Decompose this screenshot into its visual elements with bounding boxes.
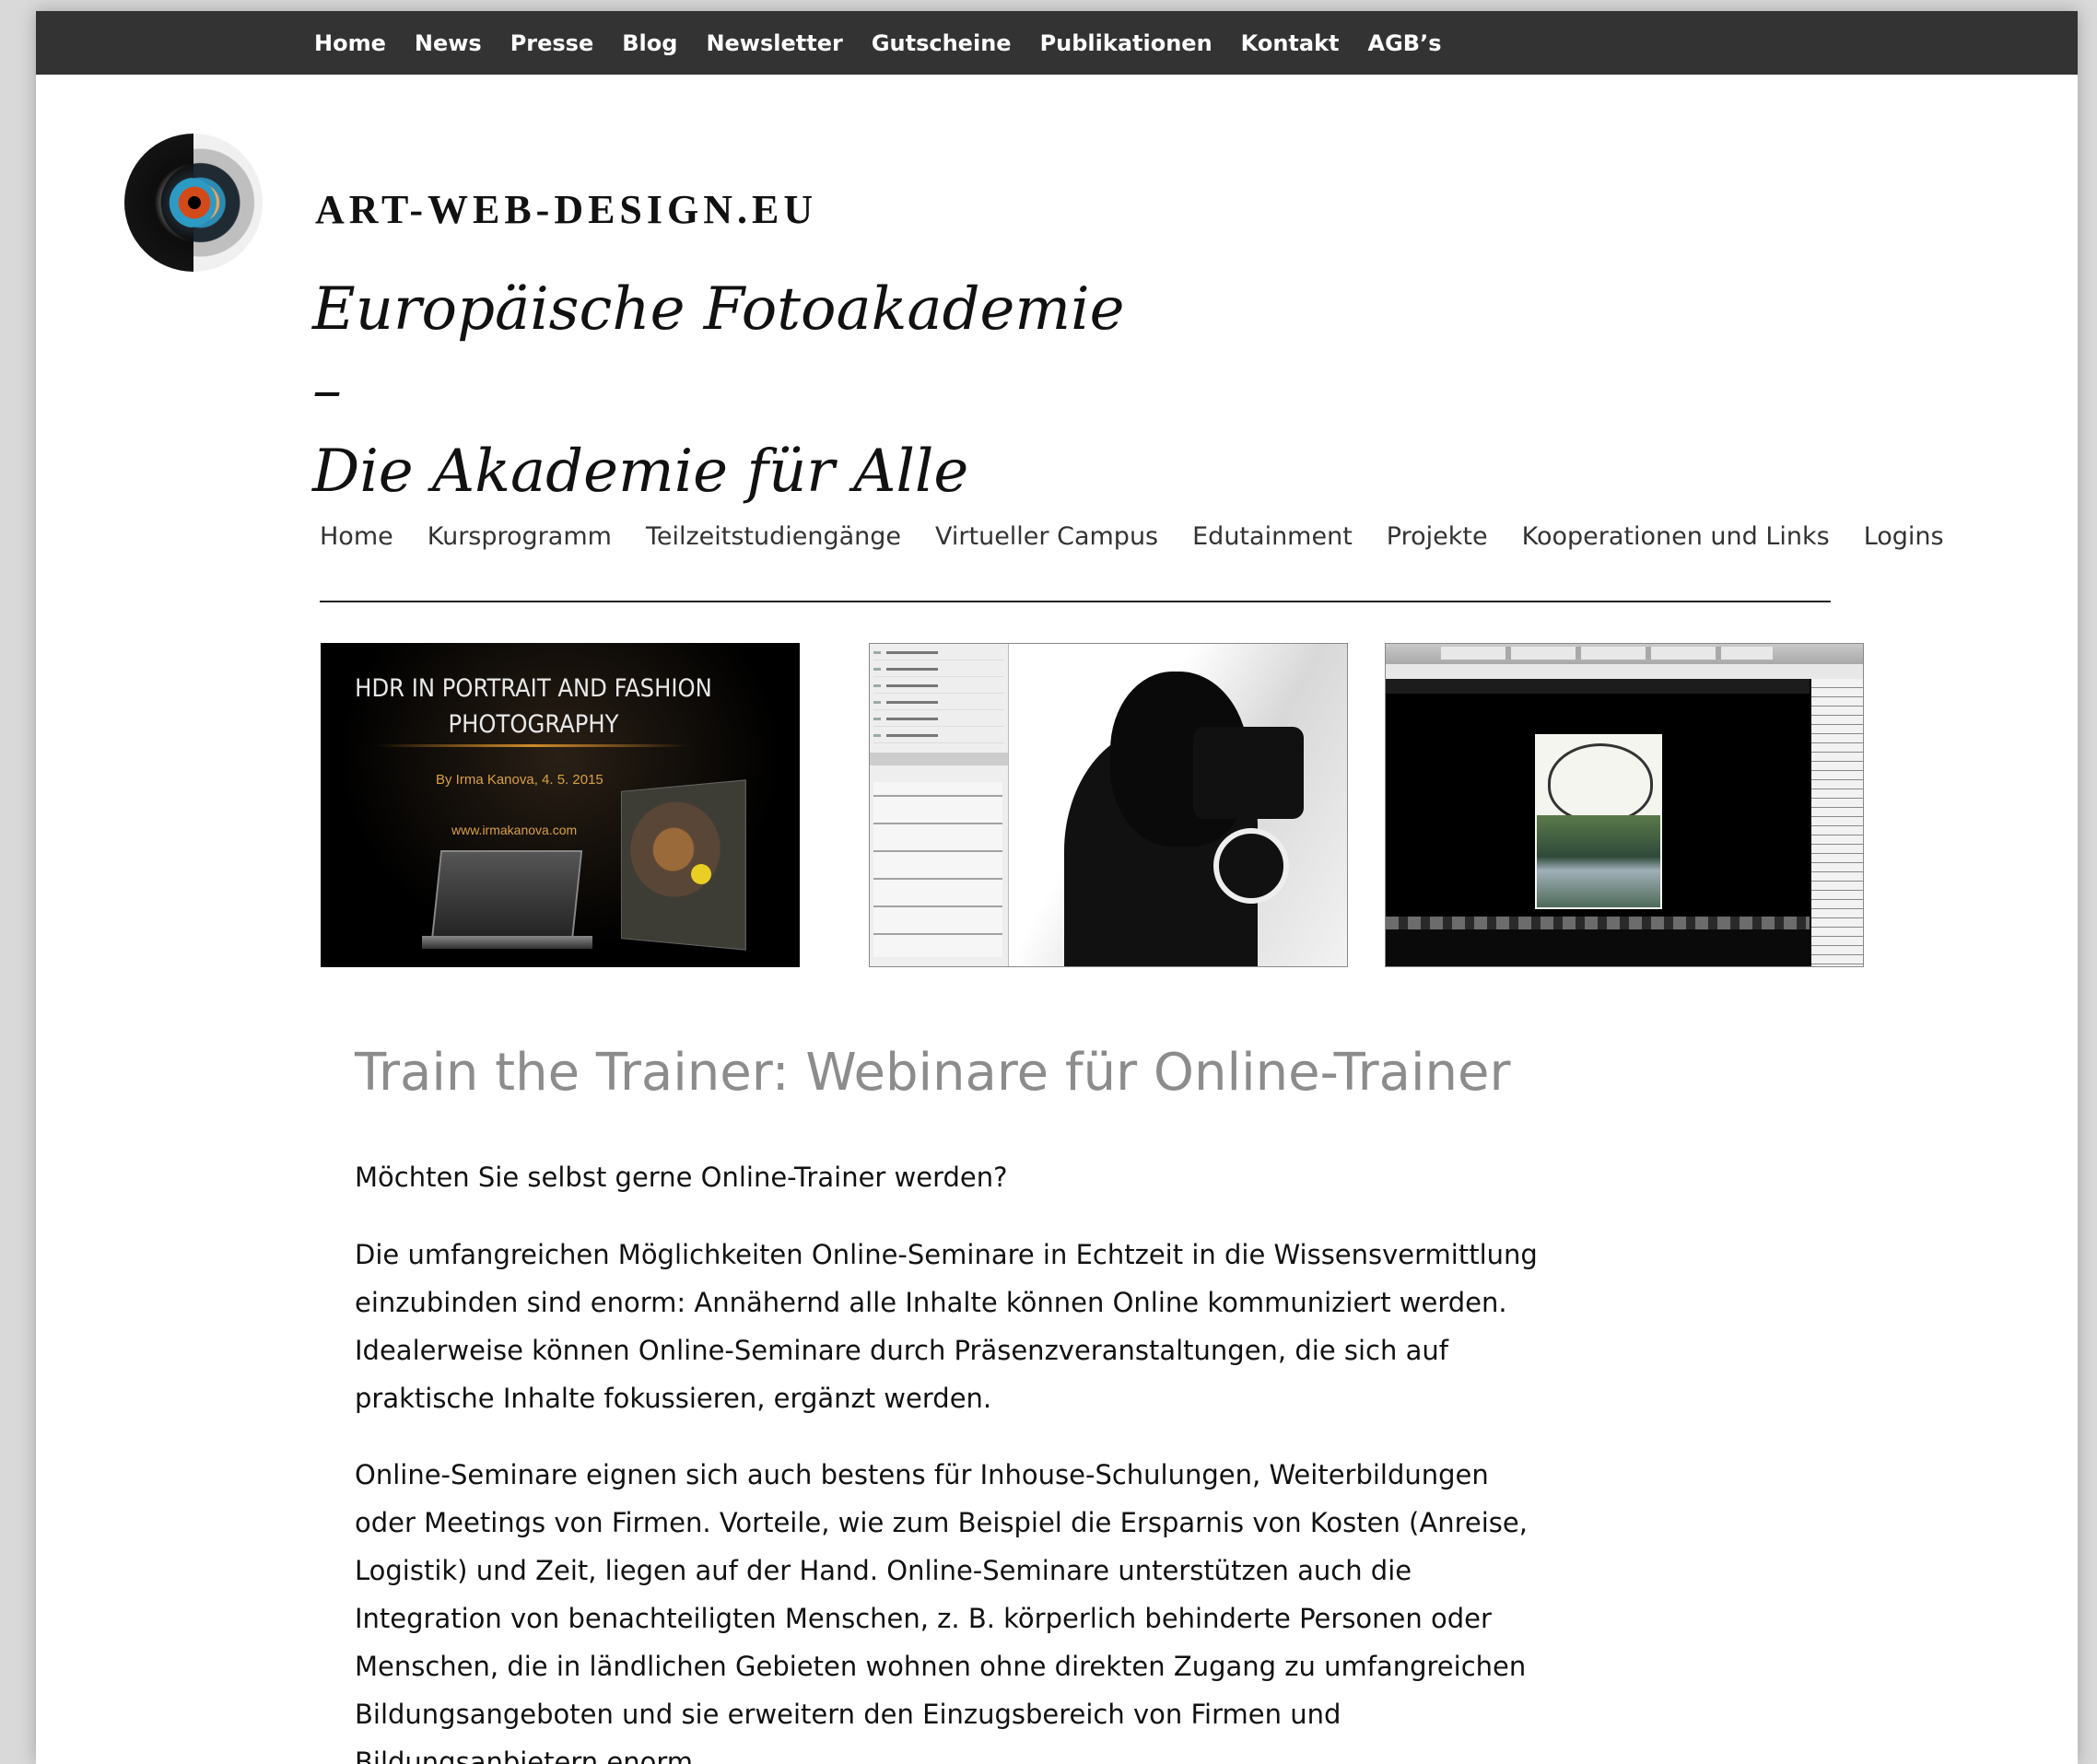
gallery-thumb-virtual-classroom[interactable] (1385, 643, 1864, 967)
thumb-divider (376, 744, 689, 747)
thumb-byline: By Irma Kanova, 4. 5. 2015 (436, 772, 603, 788)
article-paragraph-1: Möchten Sie selbst gerne Online-Trainer … (355, 1162, 1008, 1193)
camera-body (1193, 727, 1304, 819)
top-nav-home[interactable]: Home (314, 30, 386, 56)
site-tagline: Europäische Fotoakademie – Die Akademie … (312, 269, 1142, 512)
top-nav-blog[interactable]: Blog (622, 30, 677, 56)
gallery-thumb-hdr-portrait[interactable]: HDR IN PORTRAIT AND FASHION PHOTOGRAPHY … (321, 643, 800, 967)
main-nav-teilzeitstudiengaenge[interactable]: Teilzeitstudiengänge (646, 522, 901, 551)
thumb-url: www.irmakanova.com (451, 823, 578, 837)
main-nav-projekte[interactable]: Projekte (1387, 522, 1488, 551)
list-item (873, 679, 1004, 694)
browser-address-bar (1386, 664, 1863, 679)
top-nav-kontakt[interactable]: Kontakt (1241, 30, 1340, 56)
portrait-image (621, 779, 746, 951)
list-item (873, 729, 1004, 743)
top-nav-presse[interactable]: Presse (510, 30, 594, 56)
site-name[interactable]: ART-WEB-DESIGN.EU (315, 186, 817, 233)
main-nav-kooperationen[interactable]: Kooperationen und Links (1522, 522, 1830, 551)
top-bar: Home News Presse Blog Newsletter Gutsche… (36, 11, 2078, 75)
main-nav-logins[interactable]: Logins (1864, 522, 1944, 551)
thumb-title: HDR IN PORTRAIT AND FASHION PHOTOGRAPHY (355, 674, 712, 739)
article-headline: Train the Trainer: Webinare für Online-T… (355, 1043, 1511, 1103)
classroom-toolbar (1386, 679, 1810, 694)
flower-image (691, 864, 711, 884)
top-nav-news[interactable]: News (415, 30, 482, 56)
top-nav-gutscheine[interactable]: Gutscheine (872, 30, 1012, 56)
main-nav-virtueller-campus[interactable]: Virtueller Campus (935, 522, 1158, 551)
main-nav-kursprogramm[interactable]: Kursprogramm (428, 522, 612, 551)
nav-divider (320, 601, 1831, 602)
whiteboard-drawing (1548, 743, 1653, 823)
gallery-thumb-webinar-photographer[interactable] (869, 643, 1348, 967)
main-nav-home[interactable]: Home (320, 522, 393, 551)
eye-iris (161, 178, 217, 228)
top-nav-agb[interactable]: AGB’s (1368, 30, 1442, 56)
landscape-photo (1537, 815, 1660, 907)
chat-messages (873, 782, 1002, 957)
top-nav-newsletter[interactable]: Newsletter (706, 30, 842, 56)
laptop-image (430, 850, 583, 941)
list-item (873, 712, 1004, 727)
participant-sidebar (1811, 679, 1863, 966)
camera-lens (1213, 828, 1289, 904)
laptop-base-image (422, 936, 592, 949)
classroom-bottom-panel (1386, 929, 1810, 966)
list-item (873, 662, 1004, 677)
page: Home News Presse Blog Newsletter Gutsche… (36, 11, 2078, 1764)
article-paragraph-2: Die umfangreichen Möglichkeiten Online-S… (355, 1239, 1538, 1414)
top-nav-publikationen[interactable]: Publikationen (1040, 30, 1213, 56)
list-item (873, 695, 1004, 710)
browser-tabs (1441, 647, 1773, 660)
article-paragraph-3: Online-Seminare eignen sich auch bestens… (355, 1459, 1528, 1764)
main-nav-edutainment[interactable]: Edutainment (1192, 522, 1353, 551)
eye-logo-icon[interactable] (124, 134, 263, 272)
classroom-taskbar (1386, 917, 1810, 929)
tagline-line-2: Die Akademie für Alle (312, 438, 969, 506)
main-nav: Home Kursprogramm Teilzeitstudiengänge V… (320, 522, 1978, 551)
browser-chrome (1386, 644, 1863, 664)
chat-header-bar (870, 753, 1008, 765)
list-item (873, 646, 1004, 660)
tagline-line-1: Europäische Fotoakademie – (312, 275, 1125, 425)
top-nav: Home News Presse Blog Newsletter Gutsche… (314, 11, 1470, 75)
photographer-photo (1009, 644, 1347, 966)
